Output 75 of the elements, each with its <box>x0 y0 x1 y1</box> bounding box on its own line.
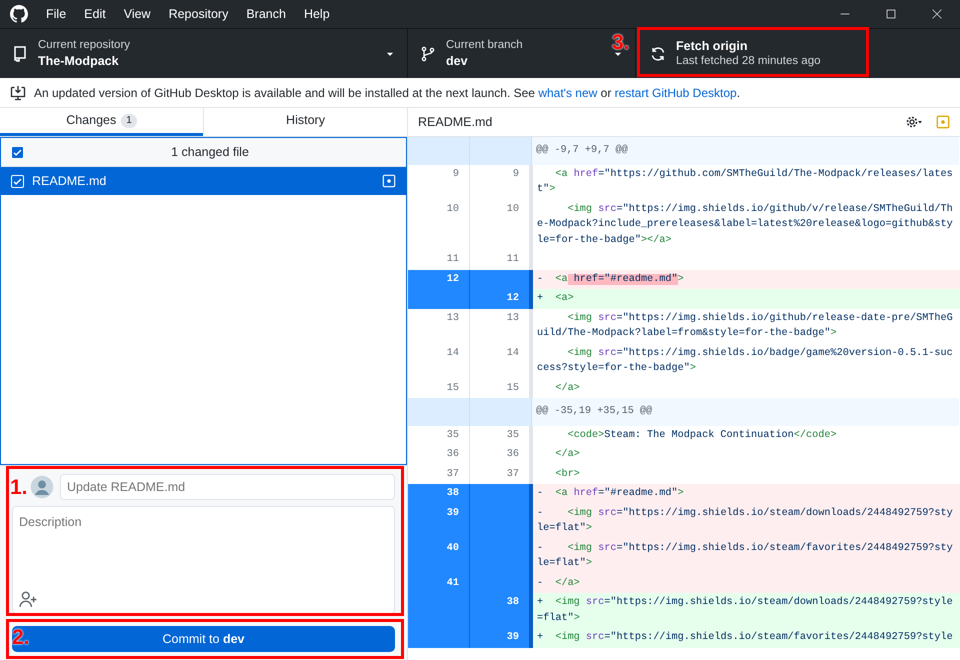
branch-name: dev <box>446 52 469 70</box>
select-all-checkbox[interactable] <box>11 146 24 158</box>
hunk-gutter <box>470 398 532 426</box>
fetch-origin-button[interactable]: Fetch origin Last fetched 28 minutes ago <box>636 29 870 78</box>
line-number: 9 <box>470 164 533 200</box>
annotation-number: 3. <box>612 32 630 53</box>
count-badge: 1 <box>121 114 137 128</box>
line-number: 41 <box>408 574 470 593</box>
code-line: <code>Steam: The Modpack Continuation</code> <box>566 428 838 442</box>
close-icon[interactable] <box>930 7 944 21</box>
download-icon <box>10 84 26 100</box>
banner-link[interactable]: restart GitHub Desktop <box>614 86 737 100</box>
update-message: An updated version of GitHub Desktop is available and will be installed at the next launch. See what's new or restart GitHub Desktop. <box>34 84 740 102</box>
hunk-header: @@ -9,7 +9,7 @@ <box>532 137 960 164</box>
line-number: 35 <box>470 426 533 445</box>
annotation-number: 1. <box>10 477 28 498</box>
fetch-label: Fetch origin <box>676 38 749 54</box>
modified-file-icon <box>936 115 950 129</box>
commit-description-field[interactable]: Description <box>12 506 395 614</box>
code-line: <img src="https://img.shields.io/github/v/release/SMTheGuild/The-Modpack?include_prereleases&label=latest%20release&logo=github&style=for-the-badge"></a> <box>536 202 954 248</box>
banner-link[interactable]: what's new <box>538 86 598 100</box>
line-number: 36 <box>408 445 470 464</box>
line-number: 14 <box>408 344 470 378</box>
code-line: <a href="https://github.com/SMTheGuild/The-Modpack/releases/latest"> <box>536 168 954 197</box>
add-co-author-icon[interactable] <box>19 590 37 608</box>
line-number: 10 <box>470 200 533 250</box>
menu-item[interactable]: View <box>124 4 151 24</box>
line-number: 40 <box>408 538 470 574</box>
file-list-item[interactable]: README.md <box>1 167 406 195</box>
file-checkbox[interactable] <box>11 174 24 188</box>
line-number: 39 <box>408 504 470 538</box>
changed-files-count: 1 changed file <box>170 144 250 161</box>
last-fetched-text: Last fetched 28 minutes ago <box>676 54 822 70</box>
section-label: Current repository <box>38 38 132 53</box>
line-number: 12 <box>470 289 533 308</box>
line-number: 9 <box>408 164 470 200</box>
line-number: 38 <box>470 593 533 628</box>
line-number: 12 <box>408 270 470 289</box>
line-number: 14 <box>470 344 533 378</box>
octocat-logo-icon <box>10 5 28 23</box>
menu-item[interactable]: Branch <box>246 4 286 24</box>
diff-file-name: README.md <box>418 114 494 131</box>
line-number: 39 <box>470 628 533 648</box>
avatar-icon <box>30 475 54 499</box>
hunk-header: @@ -35,19 +35,15 @@ <box>532 398 960 426</box>
code-line: <img src="https://img.shields.io/badge/game%20version-0.5.1-success?style=for-the-badge"> <box>536 346 954 376</box>
menu-item[interactable]: Help <box>304 4 330 24</box>
modified-file-icon <box>382 174 396 188</box>
code-line: <br> <box>554 468 581 482</box>
menu-item[interactable]: File <box>46 4 66 24</box>
line-number: 35 <box>408 426 470 445</box>
section-label: Current branch <box>446 38 524 53</box>
hunk-gutter <box>408 398 470 426</box>
menu-item[interactable]: Edit <box>84 4 106 24</box>
repository-icon <box>12 46 28 62</box>
menu-item[interactable]: Repository <box>168 4 228 24</box>
code-line: </a> <box>554 382 581 396</box>
file-name: README.md <box>32 172 108 190</box>
hunk-gutter <box>408 137 470 164</box>
repository-name: The-Modpack <box>38 52 120 70</box>
commit-summary-field[interactable]: Update README.md <box>60 474 395 500</box>
branch-icon <box>420 46 436 62</box>
line-number: 13 <box>470 308 533 344</box>
code-line: </a> <box>554 448 581 462</box>
code-line: <img src="https://img.shields.io/github/release-date-pre/SMTheGuild/The-Modpack?label=from&style=for-the-badge"> <box>536 312 954 341</box>
hunk-gutter <box>470 137 532 164</box>
repository-dropdown[interactable]: Current repository The-Modpack <box>0 29 408 78</box>
maximize-icon[interactable] <box>884 7 898 21</box>
sync-icon <box>650 46 666 62</box>
line-number: 36 <box>470 445 533 464</box>
annotation-number: 2. <box>12 627 30 648</box>
line-gutter <box>470 270 533 289</box>
line-number: 13 <box>408 308 470 344</box>
line-number: 10 <box>408 200 470 250</box>
line-number: 38 <box>408 484 470 504</box>
